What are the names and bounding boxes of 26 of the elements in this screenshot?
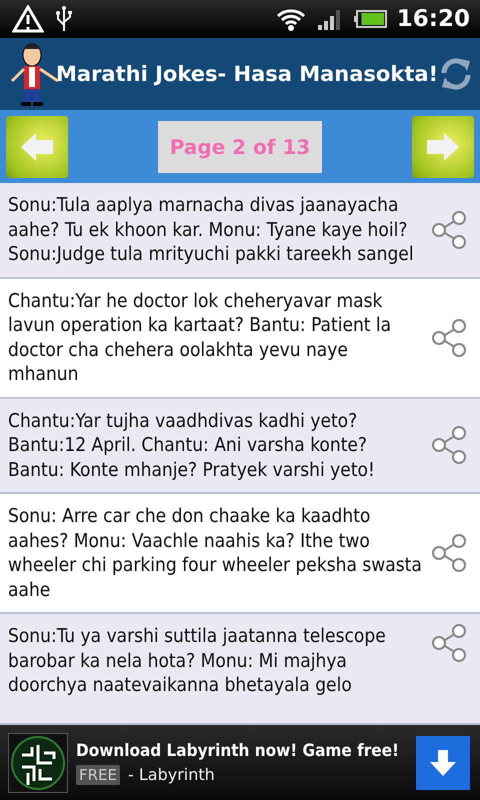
left-arrow-icon [19,130,55,162]
download-button[interactable] [416,736,470,790]
share-icon [430,426,468,464]
ad-title[interactable]: Download Labyrinth now! Game free! [76,740,408,760]
next-page-button[interactable] [412,116,474,178]
maze-logo-icon [8,732,68,792]
free-badge: FREE [76,764,120,784]
usb-icon [54,5,74,33]
ad-subtitle: - Labyrinth [128,765,215,784]
share-icon [430,534,468,572]
joke-text: Sonu:Tu ya varshi suttila jaatanna telescope barobar ka nela hota? Monu: Mi majhya doorchya naatevaikanna bhetayala gelo [8,624,387,698]
share-icon [430,210,468,249]
right-arrow-icon [424,130,461,162]
signal-icon [316,7,343,31]
clock-time: 16:20 [396,6,470,32]
app-title: Marathi Jokes- Hasa Manasokta! [56,62,438,86]
previous-page-button[interactable] [6,116,68,178]
warning-icon [12,5,44,33]
joke-text: Chantu:Yar he doctor lok cheheryavar mask lavun operation ka kartaat? Bantu: Patient la doctor cha chehera oolakhta yevu naye mhanun [8,288,392,386]
joke-text: Sonu: Arre car che don chaake ka kaadhto aahes? Monu: Vaachle naahis ka? Ithe two wheeler chi parking four wheeler peksha swasta aahe [8,504,422,602]
page-indicator: Page 2 of 13 [158,120,322,172]
battery-icon [352,9,387,29]
share-icon [430,318,468,356]
joke-text: Sonu:Tula aaplya marnacha divas jaanayacha aahe? Tu ek khoon kar. Monu: Tyane kaye hoil? Sonu:Judge tula mrityuchi pakki tareekh sangel [8,193,415,266]
joke-text: Chantu:Yar tujha vaadhdivas kadhi yeto? Bantu:12 April. Chantu: Ani varsha konte? Bantu: Konte mhanje? Pratyek varshi yeto! [8,408,376,482]
download-arrow-icon [429,748,457,778]
